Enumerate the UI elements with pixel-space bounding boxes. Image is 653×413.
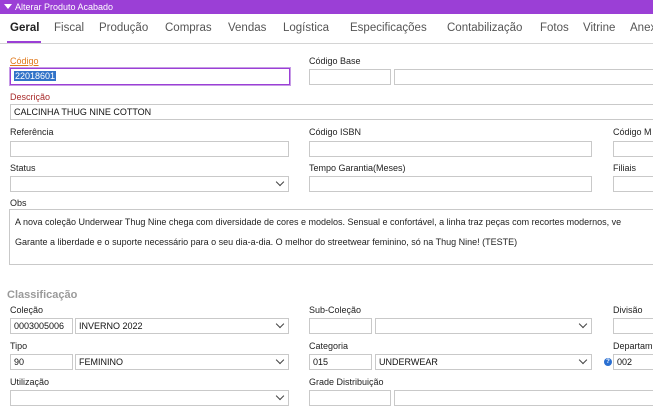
window-title: Alterar Produto Acabado: [15, 2, 114, 12]
divisao-input[interactable]: [613, 318, 653, 334]
tab-logistica[interactable]: Logística: [283, 22, 329, 34]
sub-colecao-code-input[interactable]: [309, 318, 372, 334]
tab-vitrine[interactable]: Vitrine: [583, 22, 615, 34]
descricao-input[interactable]: CALCINHA THUG NINE COTTON: [10, 104, 653, 120]
chevron-down-icon: [275, 177, 285, 187]
tab-contabilizacao[interactable]: Contabilização: [447, 22, 522, 34]
chevron-down-icon: [275, 355, 285, 365]
departamento-label: Departam: [613, 341, 653, 351]
codigo-isbn-label: Código ISBN: [309, 127, 362, 137]
help-icon[interactable]: ?: [604, 358, 612, 366]
tab-anexos[interactable]: Anex: [630, 22, 653, 34]
status-label: Status: [10, 163, 36, 173]
referencia-label: Referência: [10, 127, 54, 137]
tempo-garantia-input[interactable]: [309, 176, 592, 192]
categoria-label: Categoria: [309, 341, 349, 351]
colecao-select[interactable]: INVERNO 2022: [75, 318, 289, 334]
obs-label: Obs: [10, 198, 27, 208]
tab-fiscal[interactable]: Fiscal: [54, 22, 84, 34]
filiais-input[interactable]: [613, 176, 653, 192]
utilizacao-select[interactable]: [10, 390, 289, 406]
collapse-arrow-icon[interactable]: [4, 4, 12, 9]
codigo-base-desc-input[interactable]: [394, 69, 653, 85]
tab-vendas[interactable]: Vendas: [228, 22, 266, 34]
tab-compras[interactable]: Compras: [165, 22, 212, 34]
sub-colecao-select[interactable]: [375, 318, 592, 334]
active-tab-indicator: [7, 41, 41, 43]
tab-fotos[interactable]: Fotos: [540, 22, 569, 34]
grade-distribuicao-desc-input[interactable]: [394, 390, 653, 406]
codigo-m-input[interactable]: [613, 141, 653, 157]
divisao-label: Divisão: [613, 305, 643, 315]
codigo-base-label: Código Base: [309, 56, 361, 66]
categoria-code-input[interactable]: 015: [309, 354, 372, 370]
codigo-m-label: Código M: [613, 127, 652, 137]
departamento-input[interactable]: 002: [613, 354, 653, 370]
tab-geral[interactable]: Geral: [10, 22, 39, 34]
filiais-label: Filiais: [613, 163, 637, 173]
categoria-select[interactable]: UNDERWEAR: [375, 354, 592, 370]
utilizacao-label: Utilização: [10, 377, 50, 387]
tab-producao[interactable]: Produção: [99, 22, 148, 34]
codigo-label: Código: [10, 56, 39, 66]
sub-colecao-label: Sub-Coleção: [309, 305, 362, 315]
chevron-down-icon: [578, 319, 588, 329]
tempo-garantia-label: Tempo Garantia(Meses): [309, 163, 406, 173]
tab-bar: Geral Fiscal Produção Compras Vendas Log…: [0, 14, 653, 44]
colecao-label: Coleção: [10, 305, 44, 315]
chevron-down-icon: [578, 355, 588, 365]
obs-line-2: Garante a liberdade e o suporte necessár…: [15, 237, 518, 247]
grade-distribuicao-code-input[interactable]: [309, 390, 391, 406]
status-select[interactable]: [10, 176, 289, 192]
chevron-down-icon: [275, 319, 285, 329]
obs-line-1: A nova coleção Underwear Thug Nine chega…: [15, 217, 622, 227]
tab-especificacoes[interactable]: Especificações: [350, 22, 427, 34]
classificacao-section-title: Classificação: [7, 289, 78, 301]
descricao-label: Descrição: [10, 92, 51, 102]
codigo-value: 22018601: [14, 71, 57, 81]
tipo-label: Tipo: [10, 341, 28, 351]
codigo-base-code-input[interactable]: [309, 69, 391, 85]
obs-textarea[interactable]: A nova coleção Underwear Thug Nine chega…: [9, 209, 653, 265]
codigo-input[interactable]: 22018601: [9, 67, 291, 86]
tipo-code-input[interactable]: 90: [10, 354, 73, 370]
codigo-isbn-input[interactable]: [309, 141, 592, 157]
tipo-select[interactable]: FEMININO: [75, 354, 289, 370]
window-title-bar[interactable]: Alterar Produto Acabado: [0, 0, 653, 14]
colecao-code-input[interactable]: 0003005006: [10, 318, 73, 334]
chevron-down-icon: [275, 391, 285, 401]
referencia-input[interactable]: [10, 141, 289, 157]
grade-distribuicao-label: Grade Distribuição: [309, 377, 384, 387]
